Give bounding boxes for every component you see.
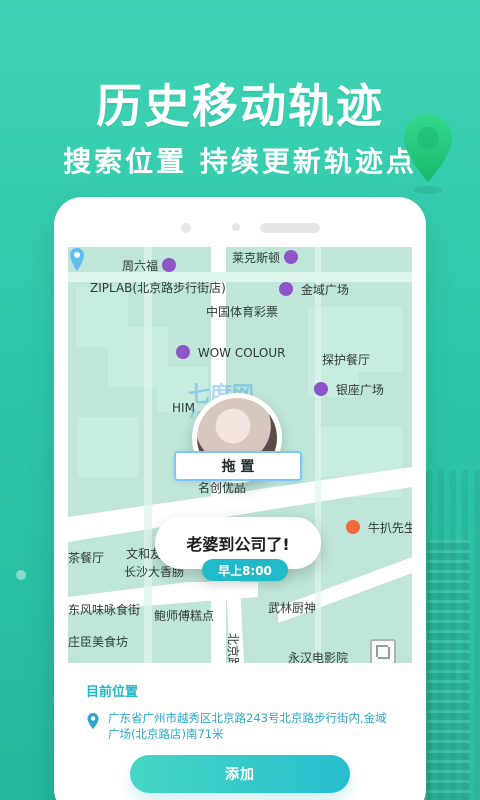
app-screen: 周六福 莱克斯顿 ZIPLAB(北京路步行街店) 金域广场 中国体育彩票 WOW…	[68, 247, 412, 800]
fullscreen-icon[interactable]	[370, 639, 396, 665]
camera-icon	[181, 223, 191, 233]
location-pin-icon	[404, 114, 452, 194]
current-location-title: 目前位置	[86, 685, 139, 700]
shopping-bag-icon	[283, 250, 298, 264]
map-chip[interactable]: 拖 置	[174, 451, 302, 481]
poi-laikesidun[interactable]: 莱克斯顿	[232, 249, 302, 266]
poi-jinyu-guangchang[interactable]: 金域广场	[279, 281, 349, 298]
phone-top-bezel	[54, 197, 426, 247]
poi-tanhu-canting[interactable]: 探护餐厅	[322, 351, 370, 368]
phone-mockup: 周六福 莱克斯顿 ZIPLAB(北京路步行街店) 金域广场 中国体育彩票 WOW…	[54, 197, 426, 800]
current-location-pin-icon	[70, 248, 84, 271]
shopping-bag-icon	[314, 382, 328, 396]
poi-zhuangchen-meishifang[interactable]: 庄臣美食坊	[68, 633, 128, 650]
speaker-slot	[260, 223, 320, 233]
poi-zhongguo-tiyu-caipiao[interactable]: 中国体育彩票	[206, 303, 278, 320]
poi-wow-colour[interactable]: WOW COLOUR	[176, 345, 285, 360]
shopping-bag-icon	[176, 345, 190, 359]
decorative-dot	[16, 570, 26, 580]
location-pin-icon	[87, 713, 99, 729]
shopping-bag-icon	[161, 258, 176, 272]
poi-ziplab[interactable]: ZIPLAB(北京路步行街店)	[90, 279, 226, 296]
poi-niu-pa-xiansheng[interactable]: 牛扒先生	[346, 519, 412, 536]
shopping-bag-icon	[279, 282, 293, 296]
restaurant-icon	[346, 520, 360, 534]
address-row: 广东省广州市越秀区北京路243号北京路步行街内,金域广场(北京路店)南71米	[86, 710, 394, 742]
poi-zhouliufu[interactable]: 周六福	[122, 257, 180, 274]
poi-cha-canting[interactable]: 茶餐厅	[68, 549, 104, 566]
add-button[interactable]: 添加	[130, 755, 350, 793]
time-tag: 早上8:00	[202, 559, 288, 581]
poi-baoshi-fuzhandian[interactable]: 鲍师傅糕点	[154, 607, 214, 624]
sensor-icon	[232, 223, 240, 231]
map-view[interactable]: 周六福 莱克斯顿 ZIPLAB(北京路步行街店) 金域广场 中国体育彩票 WOW…	[68, 247, 412, 669]
poi-wulinchufang[interactable]: 武林厨神	[268, 599, 316, 616]
current-location-panel: 目前位置 广东省广州市越秀区北京路243号北京路步行街内,金域广场(北京路店)南…	[68, 663, 412, 800]
poi-dongfeng-weishishi[interactable]: 东风味咏食街	[68, 601, 140, 618]
address-text: 广东省广州市越秀区北京路243号北京路步行街内,金域广场(北京路店)南71米	[108, 711, 387, 741]
poi-yinzuo-guangchang[interactable]: 银座广场	[314, 381, 384, 398]
